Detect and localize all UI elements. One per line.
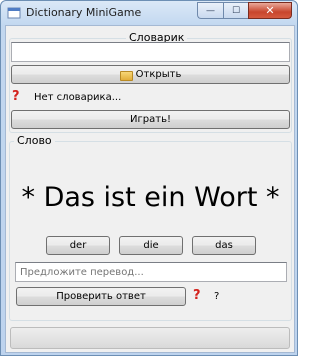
title-bar[interactable]: Dictionary MiniGame — ☐ ✕	[1, 1, 297, 25]
article-die-button[interactable]: die	[119, 236, 183, 255]
article-der-label: der	[69, 240, 87, 251]
article-die-label: die	[143, 240, 159, 251]
open-button-label: Открыть	[135, 69, 182, 80]
question-icon: ?	[12, 89, 20, 104]
folder-icon	[119, 70, 133, 81]
result-mark: ?	[214, 291, 220, 302]
play-button-label: Играть!	[130, 114, 171, 125]
dictionary-status: Нет словарика...	[34, 92, 122, 103]
article-das-button[interactable]: das	[192, 236, 256, 255]
app-window: Dictionary MiniGame — ☐ ✕ Словарик Откры…	[0, 0, 298, 356]
article-der-button[interactable]: der	[46, 236, 110, 255]
progress-bar	[10, 327, 290, 349]
article-das-label: das	[215, 240, 233, 251]
dictionary-path-input[interactable]	[11, 42, 290, 62]
play-button[interactable]: Играть!	[11, 110, 290, 129]
translation-input[interactable]	[15, 262, 287, 282]
window-title: Dictionary MiniGame	[26, 6, 142, 19]
open-button[interactable]: Открыть	[11, 65, 290, 84]
word-group-title: Слово	[14, 134, 55, 147]
word-display: * Das ist ein Wort *	[21, 182, 280, 213]
check-answer-button[interactable]: Проверить ответ	[16, 287, 186, 306]
minimize-button[interactable]: —	[197, 2, 223, 19]
app-icon	[7, 7, 21, 19]
maximize-button[interactable]: ☐	[223, 2, 248, 19]
check-answer-label: Проверить ответ	[56, 291, 146, 302]
close-button[interactable]: ✕	[248, 2, 292, 19]
client-area: Словарик Открыть ? Нет словарика... Игра…	[5, 25, 295, 353]
question-icon: ?	[193, 288, 201, 303]
